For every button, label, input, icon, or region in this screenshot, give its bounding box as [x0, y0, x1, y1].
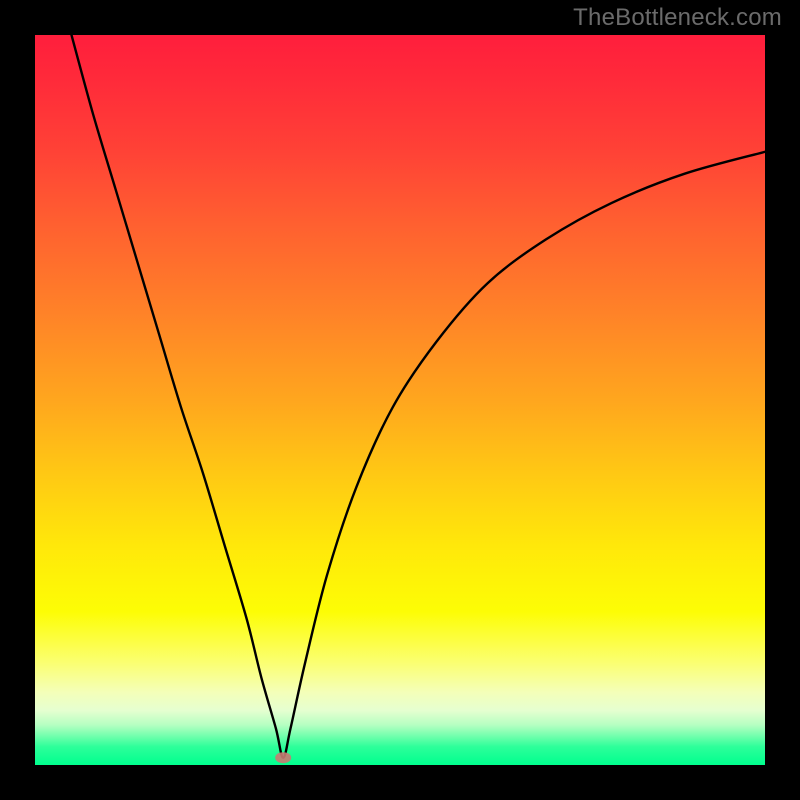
- minimum-marker: [275, 752, 291, 763]
- branding-label: TheBottleneck.com: [573, 4, 782, 32]
- curve-path: [72, 35, 766, 758]
- chart-stage: TheBottleneck.com: [0, 0, 800, 800]
- plot-area: [35, 35, 765, 765]
- bottleneck-curve: [35, 35, 765, 765]
